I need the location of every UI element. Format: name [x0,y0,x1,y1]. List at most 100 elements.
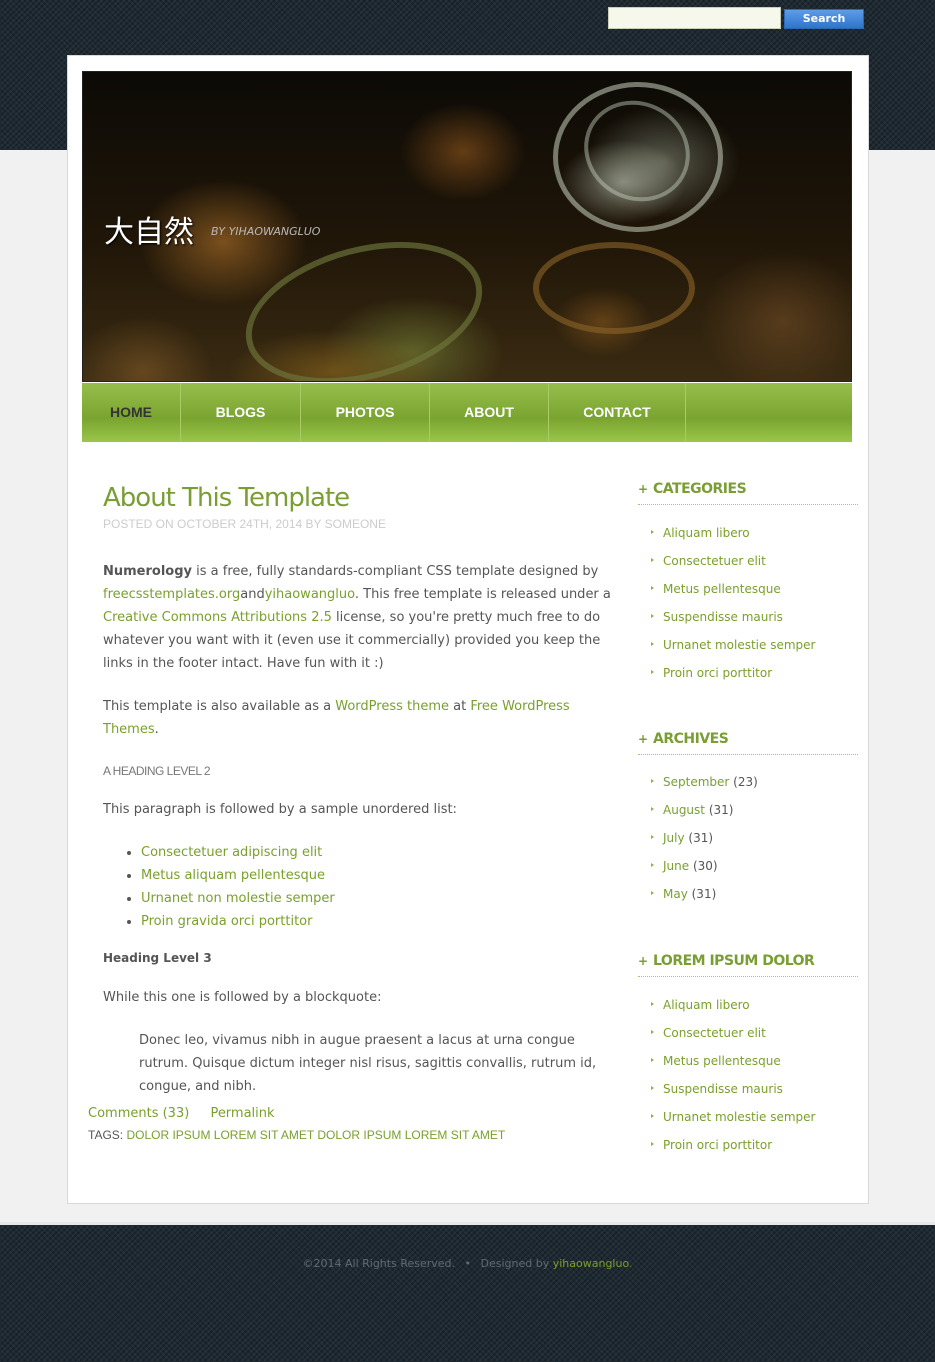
lorem-block: + LOREM IPSUM DOLOR Aliquam libero Consec… [638,953,858,1159]
archive-count: (31) [684,831,714,845]
archive-item: September (23) [638,768,858,796]
plus-icon: + [638,954,648,968]
designed-by-text: Designed by [480,1257,553,1270]
archive-link[interactable]: July [663,831,685,845]
nav-blogs[interactable]: BLOGS [181,383,301,442]
nav-contact[interactable]: CONTACT [549,383,686,442]
main-content: About This Template POSTED ON OCTOBER 24… [103,482,623,1098]
lorem-item: Consectetuer elit [638,1019,858,1047]
lorem-link[interactable]: Suspendisse mauris [663,1082,783,1096]
footer: ©2014 All Rights Reserved. • Designed by… [0,1222,935,1362]
plus-icon: + [638,732,648,746]
freecsstemplates-link[interactable]: freecsstemplates.org [103,587,240,602]
archive-item: July (31) [638,824,858,852]
category-link[interactable]: Consectetuer elit [663,554,766,568]
list-link[interactable]: Proin gravida orci porttitor [141,914,312,929]
category-item: Suspendisse mauris [638,603,858,631]
archives-block: + ARCHIVES September (23) August (31) Jul… [638,731,858,908]
archive-link[interactable]: May [663,887,688,901]
categories-list: Aliquam libero Consectetuer elit Metus p… [638,519,858,687]
bullet-arrow-icon [651,558,654,562]
blockquote: Donec leo, vivamus nibh in augue praesen… [139,1033,597,1094]
post-title[interactable]: About This Template [103,482,623,514]
heading-level-3: Heading Level 3 [103,951,212,965]
creative-commons-link[interactable]: Creative Commons Attributions 2.5 [103,610,332,625]
bullet-arrow-icon [651,835,654,839]
intro-text: is a free, fully standards-compliant CSS… [192,564,599,579]
lorem-item: Aliquam libero [638,991,858,1019]
nav-photos[interactable]: PHOTOS [301,383,430,442]
search-input[interactable] [608,7,781,29]
bullet-arrow-icon [651,1114,654,1118]
lorem-link[interactable]: Aliquam libero [663,998,750,1012]
sample-list: Consectetuer adipiscing elit Metus aliqu… [103,841,623,933]
list-item: Urnanet non molestie semper [141,887,623,910]
yihaowangluo-link[interactable]: yihaowangluo [265,587,355,602]
category-link[interactable]: Metus pellentesque [663,582,781,596]
archive-link[interactable]: August [663,803,705,817]
post-tags: TAGS: DOLOR IPSUM LOREM SIT AMET DOLOR I… [88,1125,608,1145]
footer-separator: • [464,1257,472,1270]
archive-item: June (30) [638,852,858,880]
list-item: Consectetuer adipiscing elit [141,841,623,864]
designer-link[interactable]: yihaowangluo [553,1257,629,1270]
category-link[interactable]: Proin orci porttitor [663,666,772,680]
categories-title-text: CATEGORIES [653,481,747,497]
bullet-arrow-icon [651,530,654,534]
bullet-arrow-icon [651,1086,654,1090]
lorem-item: Metus pellentesque [638,1047,858,1075]
list-link[interactable]: Consectetuer adipiscing elit [141,845,322,860]
archive-link[interactable]: June [663,859,689,873]
bullet-arrow-icon [651,807,654,811]
bullet-arrow-icon [651,586,654,590]
nav-home[interactable]: HOME [82,383,181,442]
lorem-title: + LOREM IPSUM DOLOR [638,953,858,977]
intro-text: . This free template is released under a [354,587,611,602]
categories-title: + CATEGORIES [638,481,858,505]
wp-text: This template is also available as a [103,699,336,714]
search-button[interactable]: Search [784,9,864,29]
tags-links[interactable]: DOLOR IPSUM LOREM SIT AMET DOLOR IPSUM L… [126,1128,505,1142]
lorem-link[interactable]: Consectetuer elit [663,1026,766,1040]
archive-count: (31) [687,887,717,901]
list-link[interactable]: Metus aliquam pellentesque [141,868,325,883]
bullet-arrow-icon [651,779,654,783]
site-title: 大自然 [104,215,194,250]
template-name: Numerology [103,564,193,579]
quote-intro: While this one is followed by a blockquo… [103,990,382,1005]
nav-about[interactable]: ABOUT [430,383,549,442]
comments-link[interactable]: Comments (33) [88,1106,189,1121]
plus-icon: + [638,482,648,496]
bullet-arrow-icon [651,642,654,646]
wp-text: . [154,722,159,737]
header-image: 大自然 BY YIHAOWANGLUO [82,71,852,382]
bullet-arrow-icon [651,891,654,895]
page-container: 大自然 BY YIHAOWANGLUO HOME BLOGS PHOTOS AB… [67,55,869,1204]
bullet-arrow-icon [651,670,654,674]
archives-list: September (23) August (31) July (31) Jun… [638,768,858,908]
archive-item: August (31) [638,796,858,824]
lorem-item: Suspendisse mauris [638,1075,858,1103]
bullet-arrow-icon [651,1142,654,1146]
category-link[interactable]: Suspendisse mauris [663,610,783,624]
lorem-link[interactable]: Proin orci porttitor [663,1138,772,1152]
wordpress-theme-link[interactable]: WordPress theme [335,699,449,714]
bullet-arrow-icon [651,863,654,867]
list-link[interactable]: Urnanet non molestie semper [141,891,335,906]
category-item: Aliquam libero [638,519,858,547]
post-entry: Numerology is a free, fully standards-co… [103,560,623,1098]
archive-item: May (31) [638,880,858,908]
post-links: Comments (33) Permalink [88,1104,608,1124]
bullet-arrow-icon [651,1002,654,1006]
lorem-link[interactable]: Urnanet molestie semper [663,1110,815,1124]
lorem-title-text: LOREM IPSUM DOLOR [653,953,815,969]
category-link[interactable]: Aliquam libero [663,526,750,540]
category-item: Proin orci porttitor [638,659,858,687]
permalink-link[interactable]: Permalink [210,1106,274,1121]
intro-text: and [240,587,265,602]
archive-count: (23) [729,775,758,789]
list-item: Proin gravida orci porttitor [141,910,623,933]
archive-link[interactable]: September [663,775,729,789]
lorem-link[interactable]: Metus pellentesque [663,1054,781,1068]
category-link[interactable]: Urnanet molestie semper [663,638,815,652]
